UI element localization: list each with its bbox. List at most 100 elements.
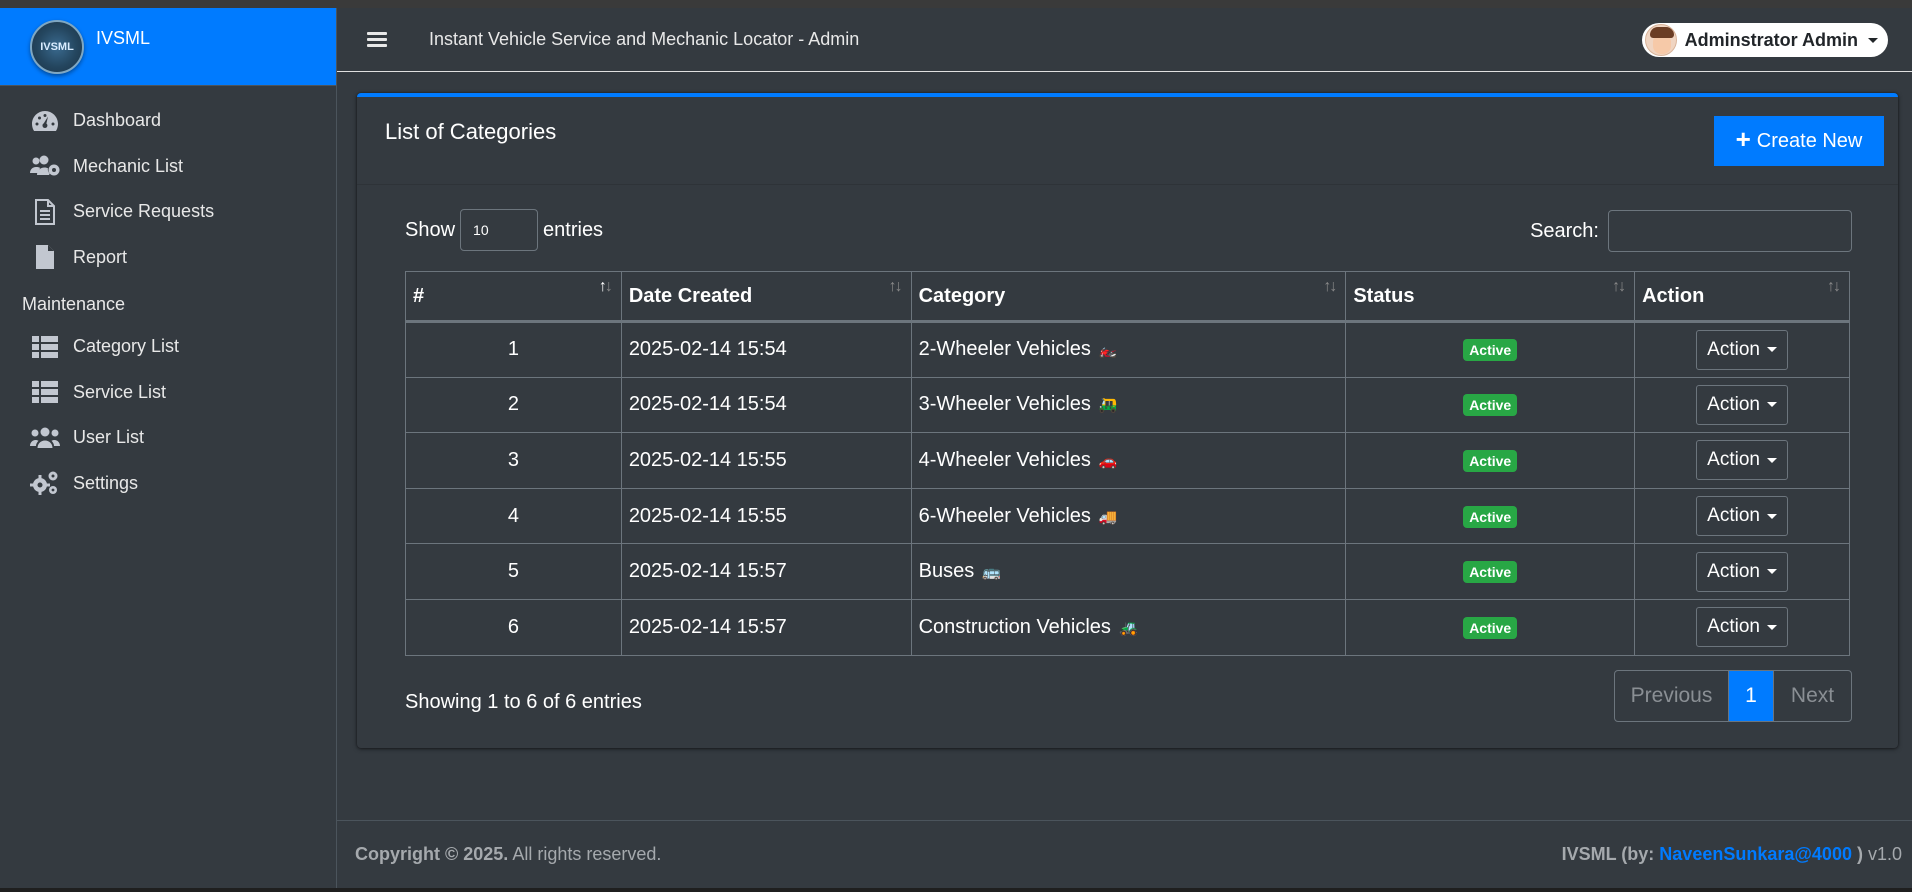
- action-label: Action: [1707, 393, 1760, 415]
- vehicle-icon: 🛺: [1098, 397, 1118, 415]
- author-link[interactable]: NaveenSunkara@4000: [1659, 844, 1852, 864]
- entries-label: entries: [543, 218, 604, 241]
- chevron-down-icon: [1766, 457, 1777, 463]
- avatar: [1644, 24, 1677, 56]
- column-header-category[interactable]: Category ↑↓: [910, 271, 1347, 323]
- user-name: Adminstrator Admin: [1684, 29, 1858, 50]
- sidebar-item-user-list[interactable]: User List: [0, 415, 336, 461]
- row-number: 1: [405, 321, 622, 378]
- row-number: 2: [405, 376, 622, 434]
- sort-icon: ↑↓: [1827, 278, 1841, 295]
- sidebar-item-label: Mechanic List: [73, 155, 184, 176]
- chevron-down-icon: [1766, 402, 1777, 408]
- vehicle-icon: 🚌: [982, 564, 1001, 582]
- card-header: List of Categories + Create New: [357, 97, 1898, 185]
- top-navbar: Instant Vehicle Service and Mechanic Loc…: [337, 8, 1912, 72]
- row-category: 2-Wheeler Vehicles 🏍️: [910, 321, 1347, 378]
- window-bottom-strip: [0, 888, 1912, 892]
- column-header-status[interactable]: Status ↑↓: [1345, 271, 1636, 323]
- sidebar-item-report[interactable]: Report: [0, 235, 336, 281]
- category-name: 3-Wheeler Vehicles: [918, 393, 1091, 416]
- action-dropdown-button[interactable]: Action: [1696, 440, 1789, 481]
- file-alt-icon: [30, 198, 60, 225]
- create-new-button[interactable]: + Create New: [1714, 116, 1884, 166]
- action-dropdown-button[interactable]: Action: [1696, 329, 1789, 370]
- sidebar-item-service-requests[interactable]: Service Requests: [0, 189, 336, 235]
- status-badge: Active: [1463, 394, 1518, 417]
- action-label: Action: [1707, 616, 1760, 638]
- sort-icon: ↑↓: [598, 278, 613, 295]
- plus-icon: +: [1735, 124, 1751, 154]
- pagination-previous[interactable]: Previous: [1615, 671, 1729, 721]
- file-icon: [30, 245, 60, 270]
- users-icon: [30, 426, 60, 450]
- row-number: 4: [405, 487, 622, 545]
- brand[interactable]: IVSML IVSML: [0, 8, 336, 86]
- search-label: Search:: [1530, 219, 1599, 242]
- table-row: 6 2025-02-14 15:57 Construction Vehicles 🚜 A…: [405, 598, 1850, 656]
- row-category: Construction Vehicles 🚜: [910, 598, 1347, 656]
- chevron-down-icon: [1868, 37, 1878, 43]
- sidebar-item-dashboard[interactable]: Dashboard: [0, 98, 336, 144]
- search-input[interactable]: [1608, 210, 1852, 252]
- column-header-action[interactable]: Action ↑↓: [1634, 271, 1850, 323]
- sidebar-item-category-list[interactable]: Category List: [0, 324, 336, 370]
- table-icon: [30, 335, 60, 359]
- action-dropdown-button[interactable]: Action: [1696, 384, 1789, 425]
- row-category: 6-Wheeler Vehicles 🚚: [910, 487, 1347, 545]
- row-date-created: 2025-02-14 15:55: [620, 432, 912, 489]
- category-name: 6-Wheeler Vehicles: [918, 504, 1091, 527]
- user-menu-dropdown[interactable]: Adminstrator Admin: [1641, 23, 1888, 57]
- sidebar-nav: Dashboard Mechanic List Service Requests…: [0, 86, 336, 506]
- sidebar-item-label: Settings: [73, 472, 139, 493]
- column-header-date-created[interactable]: Date Created ↑↓: [620, 271, 912, 323]
- action-dropdown-button[interactable]: Action: [1696, 496, 1789, 537]
- table-row: 1 2025-02-14 15:54 2-Wheeler Vehicles 🏍️ Act…: [405, 321, 1850, 378]
- app-title: Instant Vehicle Service and Mechanic Loc…: [429, 29, 860, 49]
- pagination-next[interactable]: Next: [1773, 671, 1851, 721]
- row-number: 5: [405, 543, 622, 600]
- row-action: Action: [1634, 321, 1850, 378]
- row-date-created: 2025-02-14 15:57: [620, 598, 912, 656]
- action-dropdown-button[interactable]: Action: [1696, 607, 1789, 648]
- table-row: 5 2025-02-14 15:57 Buses 🚌 Active Action: [405, 543, 1850, 600]
- categories-table: # ↑↓ Date Created ↑↓ Category ↑↓ Status ↑↓ A…: [405, 271, 1850, 656]
- dashboard-icon: [30, 109, 60, 133]
- entries-length-control: Show 10 entries: [405, 209, 603, 251]
- sidebar-item-label: Report: [73, 246, 128, 267]
- sidebar-item-settings[interactable]: Settings: [0, 461, 336, 507]
- row-status: Active: [1345, 321, 1636, 378]
- row-number: 6: [405, 598, 622, 656]
- sidebar-item-label: Category List: [73, 336, 180, 357]
- brand-logo: IVSML: [30, 19, 84, 74]
- brand-name: IVSML: [96, 28, 151, 48]
- chevron-down-icon: [1766, 569, 1777, 575]
- show-label: Show: [405, 218, 456, 241]
- sort-icon: ↑↓: [888, 278, 903, 295]
- category-name: 2-Wheeler Vehicles: [918, 338, 1091, 361]
- pagination-page-1[interactable]: 1: [1729, 671, 1773, 721]
- chevron-down-icon: [1766, 347, 1777, 353]
- sidebar-item-service-list[interactable]: Service List: [0, 370, 336, 416]
- status-badge: Active: [1463, 561, 1518, 584]
- sort-icon: ↑↓: [1323, 278, 1337, 295]
- sidebar-item-label: User List: [73, 427, 145, 448]
- row-action: Action: [1634, 376, 1850, 434]
- entries-select[interactable]: 10: [460, 209, 539, 251]
- table-info: Showing 1 to 6 of 6 entries: [405, 691, 642, 713]
- pagination: Previous 1 Next: [1614, 670, 1852, 722]
- menu-toggle-icon[interactable]: [367, 32, 387, 47]
- row-status: Active: [1345, 543, 1636, 600]
- row-number: 3: [405, 432, 622, 489]
- action-label: Action: [1707, 338, 1760, 360]
- table-row: 2 2025-02-14 15:54 3-Wheeler Vehicles 🛺 Acti…: [405, 376, 1850, 434]
- footer-credit: IVSML (by: NaveenSunkara@4000 ) v1.0: [1561, 844, 1902, 864]
- row-category: 4-Wheeler Vehicles 🚗: [910, 432, 1347, 489]
- sidebar-item-mechanic-list[interactable]: Mechanic List: [0, 144, 336, 190]
- action-label: Action: [1707, 449, 1760, 471]
- action-dropdown-button[interactable]: Action: [1696, 551, 1789, 592]
- column-header-number[interactable]: # ↑↓: [405, 271, 622, 323]
- table-row: 3 2025-02-14 15:55 4-Wheeler Vehicles 🚗 Acti…: [405, 432, 1850, 489]
- vehicle-icon: 🚜: [1118, 619, 1138, 637]
- row-date-created: 2025-02-14 15:54: [620, 321, 912, 378]
